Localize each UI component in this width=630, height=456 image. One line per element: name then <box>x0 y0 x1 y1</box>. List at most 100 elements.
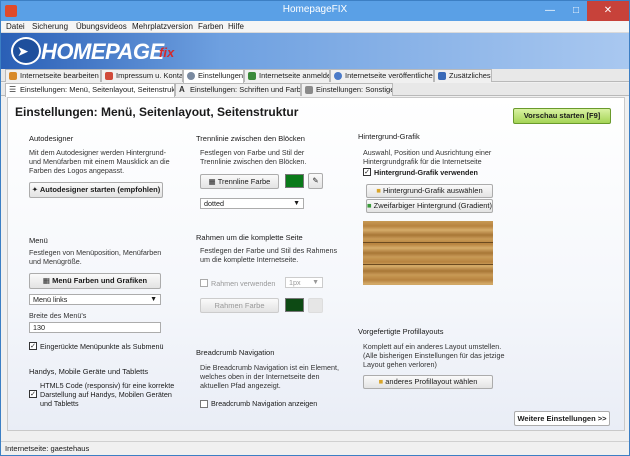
separator-style-select[interactable]: dotted ▼ <box>200 198 304 209</box>
palette-icon: ▦ <box>208 177 218 186</box>
more-settings-button[interactable]: Weitere Einstellungen >> <box>514 411 610 426</box>
frame-size-select[interactable]: 1px ▼ <box>285 277 323 288</box>
chevron-down-icon: ▼ <box>293 200 300 207</box>
title-bar[interactable]: HomepageFIX — □ ✕ <box>1 1 629 21</box>
logo-suffix: fix <box>159 45 175 60</box>
autodesigner-desc-line: und Menüfarben mit einem Mausklick an di… <box>29 157 170 166</box>
frame-use-checkbox[interactable] <box>200 279 208 287</box>
indent-checkbox[interactable]: ✓ <box>29 342 37 350</box>
menu-desc-line: und Menügröße. <box>29 257 82 266</box>
arrow-icon: ➤ <box>17 43 29 59</box>
minimize-icon[interactable]: — <box>537 1 563 21</box>
gear-icon <box>187 72 195 80</box>
separator-desc-line: Trennlinie zwischen den Blöcken. <box>200 157 307 166</box>
gradient-button[interactable]: ■ Zweifarbiger Hintergrund (Gradient) <box>366 199 493 213</box>
mobile-section-title: Handys, Mobile Geräte und Tabletts <box>29 367 149 376</box>
tab-label: Einstellungen: Menü, Seitenlayout, Seite… <box>20 85 175 94</box>
close-icon[interactable]: ✕ <box>587 1 629 21</box>
menu-colors-button[interactable]: ▦ Menü Farben und Grafiken <box>29 273 161 289</box>
menu-sicherung[interactable]: Sicherung <box>32 22 68 31</box>
tab-internetseite-bearbeiten[interactable]: Internetseite bearbeiten <box>5 69 101 82</box>
separator-color-button-label: Trennline Farbe <box>217 177 271 186</box>
menu-farben[interactable]: Farben <box>198 22 223 31</box>
tab-label: Zusätzliches <box>449 71 491 80</box>
frame-section-title: Rahmen um die komplette Seite <box>196 233 303 242</box>
tab-label: Einstellungen <box>198 71 244 80</box>
frame-color-swatch[interactable] <box>285 298 304 312</box>
font-icon: A <box>179 85 185 94</box>
list-icon: ☰ <box>9 85 17 94</box>
breadcrumb-checkbox[interactable] <box>200 400 208 408</box>
background-select-button[interactable]: ■ Hintergrund-Grafik auswählen <box>366 184 493 198</box>
app-window: HomepageFIX — □ ✕ Datei Sicherung Übungs… <box>0 0 630 456</box>
background-desc-line: Hintergrundgrafik für die Internetseite <box>363 157 482 166</box>
extras-icon <box>438 72 446 80</box>
separator-style-value: dotted <box>204 199 224 208</box>
background-select-label: Hintergrund-Grafik auswählen <box>382 186 483 195</box>
tab-label: Internetseite bearbeiten <box>20 71 99 80</box>
breadcrumb-section-title: Breadcrumb Navigation <box>196 348 275 357</box>
autodesigner-title: Autodesigner <box>29 134 74 143</box>
grid-icon: ▦ <box>42 276 53 285</box>
tab-zusaetzliches[interactable]: Zusätzliches <box>434 69 492 82</box>
menu-width-input[interactable]: 130 <box>29 322 161 333</box>
page-title: Einstellungen: Menü, Seitenlayout, Seite… <box>15 105 299 119</box>
profiles-section-title: Vorgefertigte Profillayouts <box>358 327 444 336</box>
menu-mehrplatzversion[interactable]: Mehrplatzversion <box>132 22 193 31</box>
tab-label: Einstellungen: Sonstiges <box>316 85 393 94</box>
tab-label: Impressum u. Kontakt <box>116 71 183 80</box>
gradient-button-label: Zweifarbiger Hintergrund (Gradient) <box>373 201 493 210</box>
tab-anmelden[interactable]: Internetseite anmelden <box>244 69 330 82</box>
menu-uebungsvideos[interactable]: Übungsvideos <box>76 22 127 31</box>
indent-checkbox-label: Eingerückte Menüpunkte als Submenü <box>40 342 164 351</box>
edit-icon <box>9 72 17 80</box>
preview-label: Vorschau starten [F9] <box>523 111 601 120</box>
profile-layout-button-label: anderes Profillayout wählen <box>385 377 478 386</box>
breadcrumb-desc-line: Die Breadcrumb Navigation ist ein Elemen… <box>200 363 340 372</box>
frame-use-label: Rahmen verwenden <box>211 279 276 288</box>
background-use-checkbox[interactable]: ✓ <box>363 168 371 176</box>
frame-desc-line: Festlegen der Farbe und Stil des Rahmens <box>200 246 338 255</box>
profile-layout-button[interactable]: ■ anderes Profillayout wählen <box>363 375 493 389</box>
separator-section-title: Trennlinie zwischen den Blöcken <box>196 134 305 143</box>
profiles-desc-line: Komplett auf ein anderes Layout umstelle… <box>363 342 502 351</box>
menu-datei[interactable]: Datei <box>6 22 25 31</box>
autodesigner-desc-line: Farben des Logos angepasst. <box>29 166 125 175</box>
status-bar: Internetseite: gaestehaus <box>1 441 629 455</box>
menu-position-select[interactable]: Menü links ▼ <box>29 294 161 305</box>
html5-checkbox-label: und Tabletts <box>40 399 79 408</box>
menu-hilfe[interactable]: Hilfe <box>228 22 244 31</box>
sub-tabs: ☰ Einstellungen: Menü, Seitenlayout, Sei… <box>1 83 629 97</box>
frame-color-button-label: Rahmen Farbe <box>214 301 265 310</box>
gradient-icon: ■ <box>367 201 374 210</box>
separator-color-button[interactable]: ▦ Trennline Farbe <box>200 174 279 189</box>
tab-menue-seitenlayout[interactable]: ☰ Einstellungen: Menü, Seitenlayout, Sei… <box>5 83 175 97</box>
frame-eyedropper-icon[interactable] <box>308 298 323 313</box>
menu-colors-button-label: Menü Farben und Grafiken <box>52 276 148 285</box>
frame-color-button[interactable]: Rahmen Farbe <box>200 298 279 313</box>
contact-icon <box>105 72 113 80</box>
window-title: HomepageFIX <box>282 4 348 15</box>
breadcrumb-desc-line: aktuellen Pfad angezeigt. <box>200 381 281 390</box>
logo-text: HOMEPAGE <box>41 39 164 64</box>
folder-icon: ■ <box>376 186 383 195</box>
maximize-icon[interactable]: □ <box>563 1 589 21</box>
main-tabs: Internetseite bearbeiten Impressum u. Ko… <box>1 69 629 83</box>
autodesigner-button[interactable]: ✦ Autodesigner starten (empfohlen) <box>29 182 163 198</box>
plank-seam <box>363 242 493 243</box>
html5-checkbox[interactable]: ✓ <box>29 390 37 398</box>
eyedropper-icon[interactable]: ✎ <box>308 173 323 189</box>
tab-schriften-farben[interactable]: A Einstellungen: Schriften und Farben <box>175 83 301 96</box>
tab-einstellungen[interactable]: Einstellungen <box>183 69 244 83</box>
chevron-down-icon: ▼ <box>150 296 157 303</box>
tab-sonstiges[interactable]: Einstellungen: Sonstiges <box>301 83 393 96</box>
separator-color-swatch[interactable] <box>285 174 304 188</box>
autodesigner-button-label: Autodesigner starten (empfohlen) <box>39 185 161 194</box>
tab-impressum[interactable]: Impressum u. Kontakt <box>101 69 183 82</box>
breadcrumb-desc-line: welches oben in der Internetseite den <box>200 372 320 381</box>
html5-checkbox-label: Darstellung auf Handys, Mobilen Geräten <box>40 390 172 399</box>
tab-veroeffentlichen[interactable]: Internetseite veröffentlichen <box>330 69 434 82</box>
misc-icon <box>305 86 313 94</box>
preview-button[interactable]: Vorschau starten [F9] <box>513 108 611 124</box>
background-section-title: Hintergrund-Grafik <box>358 132 420 141</box>
